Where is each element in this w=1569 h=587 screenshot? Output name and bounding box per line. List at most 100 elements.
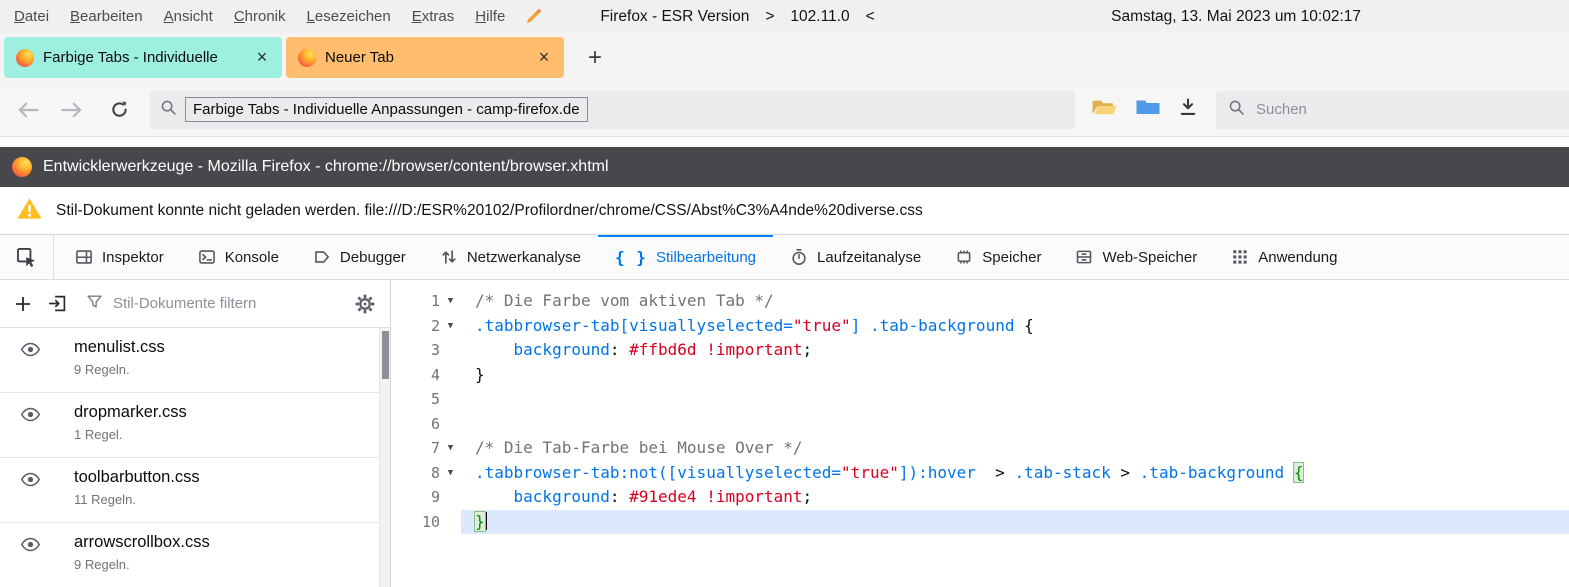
code-line[interactable]: 8▼.tabbrowser-tab:not([visuallyselected=… [391,461,1569,486]
open-folder-button[interactable] [1091,97,1118,123]
devtools-tab-stilbearbeitung[interactable]: { }Stilbearbeitung [598,235,773,279]
clock-date: Samstag, 13. Mai 2023 um 10:02:17 [1111,8,1361,26]
code-token [475,487,514,506]
forward-button[interactable] [54,92,90,128]
folder-button[interactable] [1135,97,1161,122]
line-number: 5 [391,387,440,412]
code-token: } [475,365,485,384]
menu-hilfe[interactable]: Hilfe [475,8,505,25]
code-token: : [610,340,629,359]
stylesheet-name: arrowscrollbox.css [74,533,210,552]
style-editor-sidebar: menulist.css9 Regeln.dropmarker.css1 Reg… [0,280,391,587]
browser-tab[interactable]: Farbige Tabs - Individuelle × [4,37,282,78]
fold-arrow-icon[interactable]: ▼ [440,461,461,486]
code-line[interactable]: 9 background: #91ede4 !important; [391,485,1569,510]
stylesheet-list: menulist.css9 Regeln.dropmarker.css1 Reg… [0,328,390,587]
code-line[interactable]: 6 [391,412,1569,437]
devtools-tab-netzwerkanalyse[interactable]: Netzwerkanalyse [423,235,598,279]
import-stylesheet-button[interactable] [48,294,67,313]
code-token: { [1014,316,1033,335]
line-number: 7 [391,436,440,461]
fold-arrow-icon[interactable]: ▼ [440,289,461,314]
reload-button[interactable] [102,92,136,128]
devtools-tab-laufzeitanalyse[interactable]: Laufzeitanalyse [773,235,938,279]
code-token: .tab-background [1140,463,1285,482]
code-line-content: .tabbrowser-tab:not([visuallyselected="t… [461,461,1569,486]
debugger-icon [313,248,331,266]
code-token: .tabbrowser-tab:not([visuallyselected= [475,463,841,482]
devtools-tabs: InspektorKonsoleDebuggerNetzwerkanalyse{… [58,235,1354,279]
tab-close-button[interactable]: × [250,46,274,70]
scrollbar-thumb[interactable] [382,331,389,379]
visibility-eye-icon[interactable] [0,338,74,362]
sidebar-toolbar [0,280,390,328]
code-line[interactable]: 10} [391,510,1569,535]
devtools-tab-konsole[interactable]: Konsole [181,235,296,279]
stylesheet-list-item[interactable]: menulist.css9 Regeln. [0,328,390,393]
fold-arrow-icon[interactable]: ▼ [440,436,461,461]
stylesheet-list-item[interactable]: dropmarker.css1 Regel. [0,393,390,458]
stylesheet-info: menulist.css9 Regeln. [74,338,165,377]
tab-close-button[interactable]: × [532,46,556,70]
fold-spacer [440,485,461,510]
tab-title: Farbige Tabs - Individuelle [43,49,242,66]
code-token: !important [706,340,802,359]
fold-arrow-icon[interactable]: ▼ [440,314,461,339]
url-text[interactable]: Farbige Tabs - Individuelle Anpassungen … [185,97,588,122]
menu-extras[interactable]: Extras [412,8,455,25]
new-stylesheet-button[interactable] [14,295,32,313]
menu-datei[interactable]: Datei [14,8,49,25]
code-token: ; [803,340,813,359]
sidebar-scrollbar[interactable] [379,328,390,587]
line-number: 10 [391,510,440,535]
devtools-tab-label: Stilbearbeitung [656,249,756,266]
code-line-content: } [461,363,1569,388]
url-bar[interactable]: Farbige Tabs - Individuelle Anpassungen … [150,91,1075,129]
search-bar[interactable] [1216,91,1569,129]
devtools-tab-inspektor[interactable]: Inspektor [58,235,181,279]
download-icon[interactable] [1178,97,1198,122]
search-input[interactable] [1254,100,1557,119]
stylesheet-warning: Stil-Dokument konnte nicht geladen werde… [0,187,1569,235]
navigation-toolbar: Farbige Tabs - Individuelle Anpassungen … [0,83,1569,136]
devtools-tab-debugger[interactable]: Debugger [296,235,423,279]
code-area: 1▼/* Die Farbe vom aktiven Tab */2▼.tabb… [391,289,1569,534]
devtools-tab-web-speicher[interactable]: Web-Speicher [1058,235,1214,279]
css-source-editor[interactable]: 1▼/* Die Farbe vom aktiven Tab */2▼.tabb… [391,280,1569,587]
gear-icon[interactable] [354,293,376,315]
application-icon [1231,248,1249,266]
code-line[interactable]: 7▼/* Die Tab-Farbe bei Mouse Over */ [391,436,1569,461]
visibility-eye-icon[interactable] [0,468,74,492]
menu-ansicht[interactable]: Ansicht [164,8,213,25]
filter-stylesheets-input[interactable] [111,294,338,313]
stylesheet-list-item[interactable]: arrowscrollbox.css 9 Regeln. [0,523,390,587]
pick-element-button[interactable] [0,235,54,279]
code-token: ] [851,316,861,335]
stylesheet-rule-count: 9 Regeln. [74,557,210,572]
menu-chronik[interactable]: Chronik [234,8,286,25]
visibility-eye-icon[interactable] [0,533,74,557]
devtools-tab-label: Web-Speicher [1102,249,1197,266]
stylesheet-list-item[interactable]: toolbarbutton.css11 Regeln. [0,458,390,523]
back-button[interactable] [10,92,46,128]
devtools-tab-speicher[interactable]: Speicher [938,235,1058,279]
code-line[interactable]: 3 background: #ffbd6d !important; [391,338,1569,363]
line-number: 1 [391,289,440,314]
code-line-content: /* Die Tab-Farbe bei Mouse Over */ [461,436,1569,461]
code-line[interactable]: 1▼ /* Die Farbe vom aktiven Tab */ [391,289,1569,314]
stylesheet-name: menulist.css [74,338,165,357]
visibility-eye-icon[interactable] [0,403,74,427]
stylesheet-rule-count: 1 Regel. [74,427,187,442]
line-number: 6 [391,412,440,437]
code-line[interactable]: 4} [391,363,1569,388]
code-token: background [514,487,610,506]
menu-lesezeichen[interactable]: Lesezeichen [307,8,391,25]
warning-icon [16,197,43,225]
new-tab-button[interactable]: + [578,41,612,75]
menu-bearbeiten[interactable]: Bearbeiten [70,8,143,25]
browser-tab[interactable]: Neuer Tab× [286,37,564,78]
code-line[interactable]: 2▼.tabbrowser-tab[visuallyselected="true… [391,314,1569,339]
code-line[interactable]: 5 [391,387,1569,412]
devtools-tab-anwendung[interactable]: Anwendung [1214,235,1354,279]
code-token: /* Die Farbe vom aktiven Tab */ [475,291,774,310]
